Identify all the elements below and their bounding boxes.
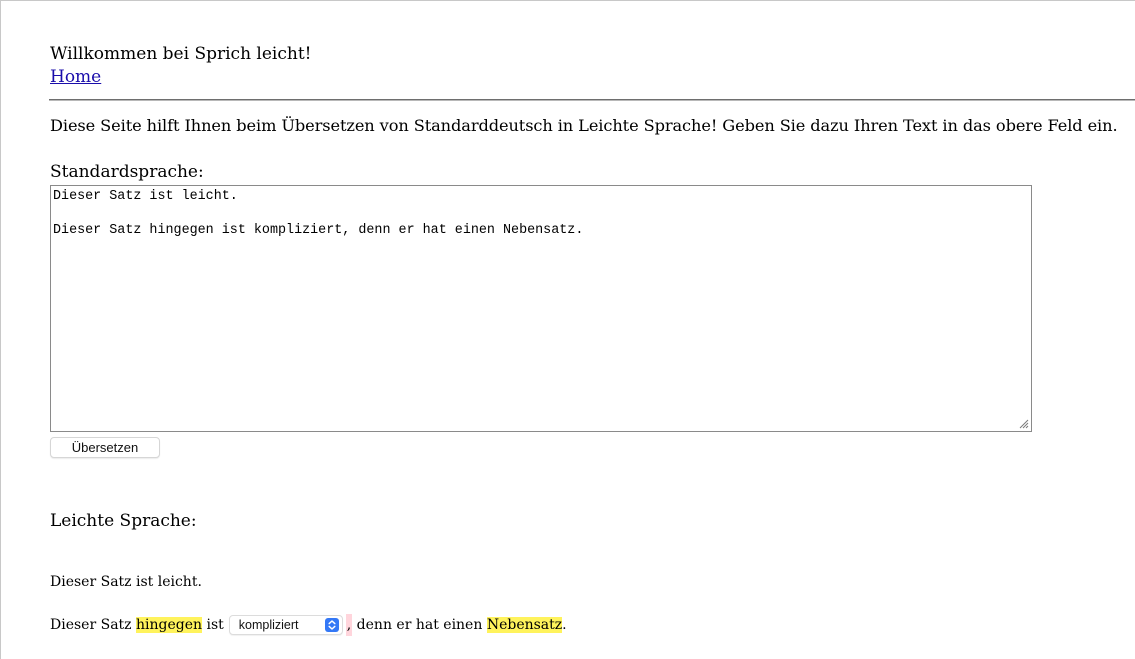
page: Willkommen bei Sprich leicht! Home Diese…: [0, 0, 1135, 659]
resize-grip-icon[interactable]: [1017, 417, 1029, 429]
easy-sentence-2: Dieser Satz hingegen ist kompliziert, den…: [50, 614, 567, 636]
easy-language-label: Leichte Sprache:: [50, 511, 197, 531]
standard-label: Standardsprache:: [50, 162, 204, 182]
select-value: kompliziert: [238, 618, 299, 632]
translate-button[interactable]: Übersetzen: [50, 437, 160, 458]
standard-textarea[interactable]: Dieser Satz ist leicht. Dieser Satz hing…: [51, 186, 1031, 431]
easy-sentence-1: Dieser Satz ist leicht.: [50, 574, 202, 590]
highlighted-word-hingegen: hingegen: [136, 617, 203, 633]
intro-text: Diese Seite hilft Ihnen beim Übersetzen …: [50, 116, 1118, 135]
sentence-text: .: [562, 617, 567, 633]
word-alternative-select[interactable]: kompliziert: [228, 615, 343, 635]
updown-chevron-icon: [324, 618, 339, 632]
sentence-text: denn er hat einen: [352, 617, 487, 633]
welcome-text: Willkommen bei Sprich leicht!: [50, 44, 312, 64]
highlighted-word-nebensatz: Nebensatz: [486, 617, 563, 633]
home-link[interactable]: Home: [50, 67, 101, 87]
sentence-text: ist: [202, 617, 224, 633]
sentence-text: Dieser Satz: [50, 617, 136, 633]
standard-textarea-container: Dieser Satz ist leicht. Dieser Satz hing…: [50, 185, 1032, 432]
horizontal-rule: [49, 99, 1135, 101]
